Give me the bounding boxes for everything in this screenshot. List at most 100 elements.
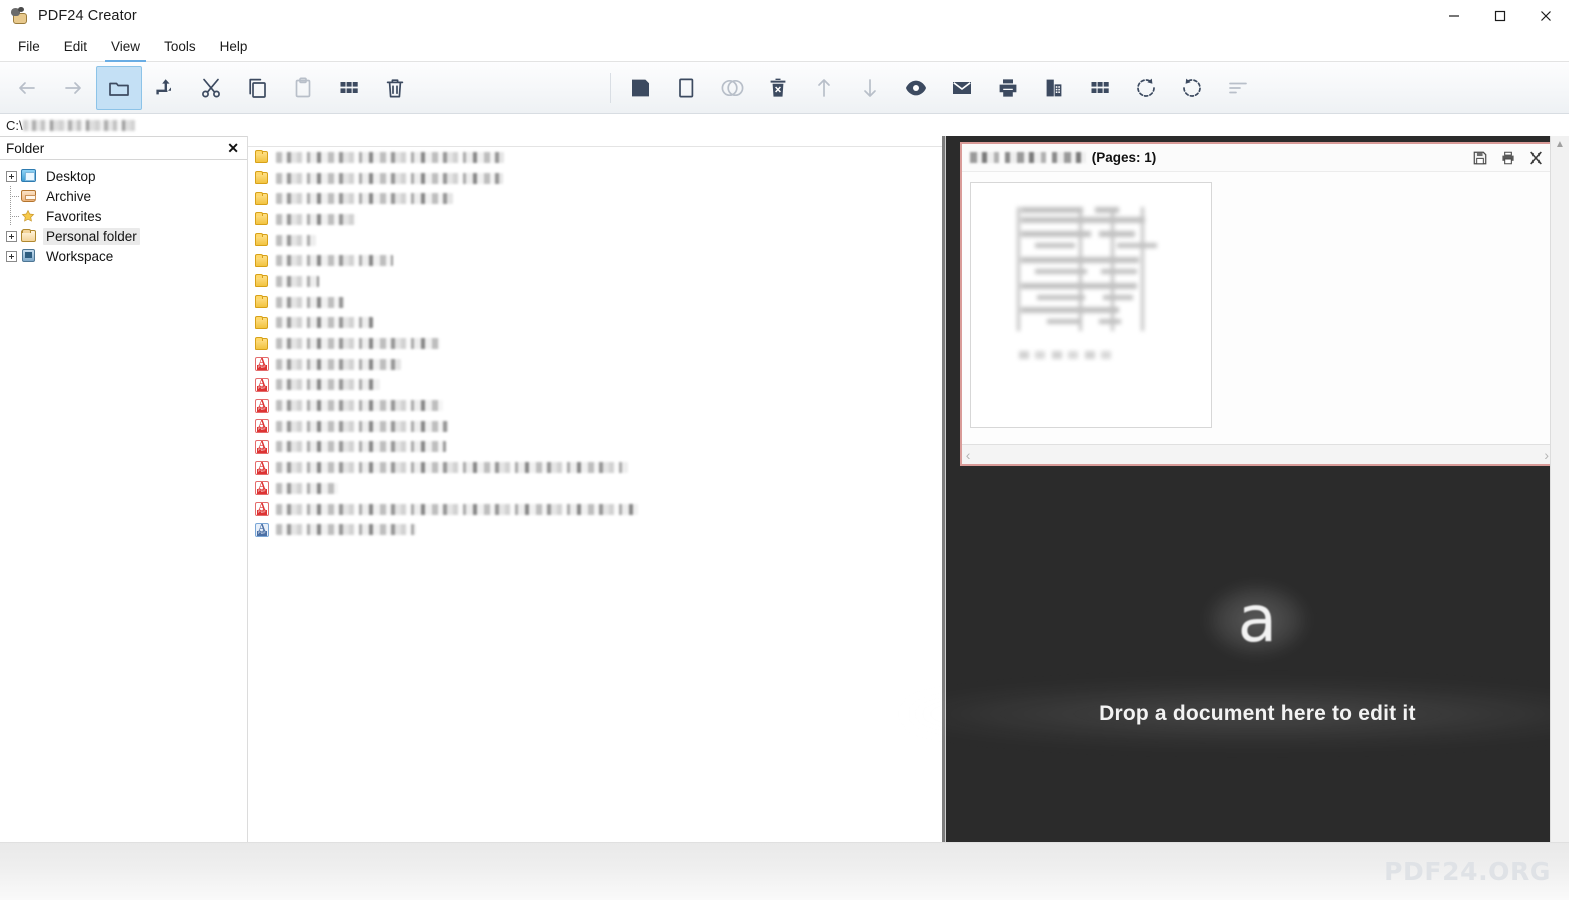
fax-button[interactable] (1031, 66, 1077, 110)
scroll-up-icon[interactable]: ▲ (1555, 139, 1565, 150)
file-list-item[interactable]: PDF (248, 395, 945, 416)
back-button[interactable] (4, 66, 50, 110)
page-thumbnail[interactable] (969, 182, 1212, 428)
menu-item-edit[interactable]: Edit (52, 32, 99, 61)
expand-icon[interactable] (6, 230, 17, 242)
close-document-button[interactable] (1527, 149, 1545, 167)
menu-item-view[interactable]: View (99, 32, 152, 62)
page-thumbnail-footer (1018, 351, 1111, 359)
sort-button[interactable] (1215, 66, 1261, 110)
close-icon[interactable]: ✕ (225, 141, 241, 155)
paste-button[interactable] (280, 66, 326, 110)
parent-folder-button[interactable] (142, 66, 188, 110)
scroll-right-icon[interactable]: › (1544, 448, 1549, 462)
copy-button[interactable] (234, 66, 280, 110)
preview-button[interactable] (893, 66, 939, 110)
pdf-file-icon: PDF (254, 480, 270, 496)
path-bar[interactable]: C:\ (0, 114, 1569, 136)
save-button[interactable] (617, 66, 663, 110)
maximize-button[interactable] (1477, 0, 1523, 32)
file-list-item[interactable]: PDF (248, 375, 945, 396)
sidebar-item-label: Workspace (46, 248, 114, 264)
close-button[interactable] (1523, 0, 1569, 32)
delete-button[interactable] (372, 66, 418, 110)
file-list-item[interactable] (248, 250, 945, 271)
file-list-item[interactable]: PDF (248, 499, 945, 520)
expand-icon[interactable] (6, 250, 17, 262)
sidebar-item-label: Favorites (46, 208, 102, 224)
merge-button[interactable] (709, 66, 755, 110)
file-list-top-border (248, 136, 945, 147)
grid-view-button[interactable] (1077, 66, 1123, 110)
sidebar-item-desktop[interactable]: Desktop (0, 166, 247, 186)
forward-button[interactable] (50, 66, 96, 110)
folder-icon (254, 273, 270, 289)
folder-icon (254, 191, 270, 207)
menu-bar: File Edit View Tools Help (0, 32, 1569, 62)
tree-connector (6, 186, 20, 206)
document-vertical-scrollbar[interactable]: ▲ (1550, 136, 1569, 842)
move-down-button[interactable] (847, 66, 893, 110)
folder-icon (20, 228, 38, 244)
toolbar-right-group (604, 66, 1261, 110)
sidebar-item-label: Archive (46, 188, 92, 204)
file-name-redacted (276, 275, 319, 287)
folder-icon (254, 211, 270, 227)
file-list-item[interactable] (248, 230, 945, 251)
email-button[interactable] (939, 66, 985, 110)
drop-zone-text-wrap: Drop a document here to edit it (1099, 702, 1416, 726)
save-document-button[interactable] (1471, 149, 1489, 167)
file-list-item[interactable] (248, 168, 945, 189)
select-all-button[interactable] (326, 66, 372, 110)
file-list-item[interactable]: PDF (248, 437, 945, 458)
file-list-item[interactable]: PDF (248, 457, 945, 478)
desktop-icon (20, 168, 38, 184)
file-name-redacted (276, 296, 344, 308)
app-icon (10, 6, 30, 26)
document-card[interactable]: (Pages: 1) ‹ › (959, 142, 1555, 466)
file-name-redacted (276, 193, 453, 205)
file-list-item[interactable] (248, 188, 945, 209)
pdf-file-icon: PDF (254, 418, 270, 434)
menu-item-help[interactable]: Help (208, 32, 260, 61)
main-toolbar (0, 62, 1569, 114)
sidebar-item-favorites[interactable]: Favorites (0, 206, 247, 226)
minimize-button[interactable] (1431, 0, 1477, 32)
move-up-button[interactable] (801, 66, 847, 110)
file-list-item[interactable]: PDF (248, 416, 945, 437)
delete-page-button[interactable] (755, 66, 801, 110)
file-list-item[interactable] (248, 292, 945, 313)
document-filename-redacted (969, 152, 1086, 163)
file-list-item[interactable] (248, 209, 945, 230)
cut-button[interactable] (188, 66, 234, 110)
folder-icon (254, 294, 270, 310)
menu-item-file[interactable]: File (6, 32, 52, 61)
sidebar-item-personal-folder[interactable]: Personal folder (0, 226, 247, 246)
path-value-redacted (22, 119, 135, 131)
document-horizontal-scrollbar[interactable]: ‹ › (961, 444, 1553, 464)
expand-icon[interactable] (6, 170, 17, 182)
file-list-item[interactable]: PDF (248, 519, 945, 540)
scroll-left-icon[interactable]: ‹ (966, 448, 971, 462)
sidebar-item-workspace[interactable]: Workspace (0, 246, 247, 266)
print-document-button[interactable] (1499, 149, 1517, 167)
file-list-item[interactable] (248, 147, 945, 168)
new-page-button[interactable] (663, 66, 709, 110)
file-name-redacted (276, 317, 373, 329)
rotate-right-button[interactable] (1169, 66, 1215, 110)
file-list-item[interactable]: PDF (248, 354, 945, 375)
print-button[interactable] (985, 66, 1031, 110)
sidebar-item-archive[interactable]: Archive (0, 186, 247, 206)
file-list-item[interactable] (248, 271, 945, 292)
rotate-left-button[interactable] (1123, 66, 1169, 110)
drop-zone[interactable]: a Drop a document here to edit it (946, 466, 1569, 842)
folder-icon (254, 253, 270, 269)
file-list-item[interactable]: PDF (248, 478, 945, 499)
window-title: PDF24 Creator (38, 8, 137, 24)
menu-item-tools[interactable]: Tools (152, 32, 208, 61)
open-folder-button[interactable] (96, 65, 142, 110)
file-list-item[interactable] (248, 333, 945, 354)
file-list-item[interactable] (248, 313, 945, 334)
drop-zone-glyph: a (1237, 583, 1277, 657)
file-list-panel[interactable]: PDF PDF PDF PDF PDF PDF PDF PDF PDF (248, 136, 946, 842)
